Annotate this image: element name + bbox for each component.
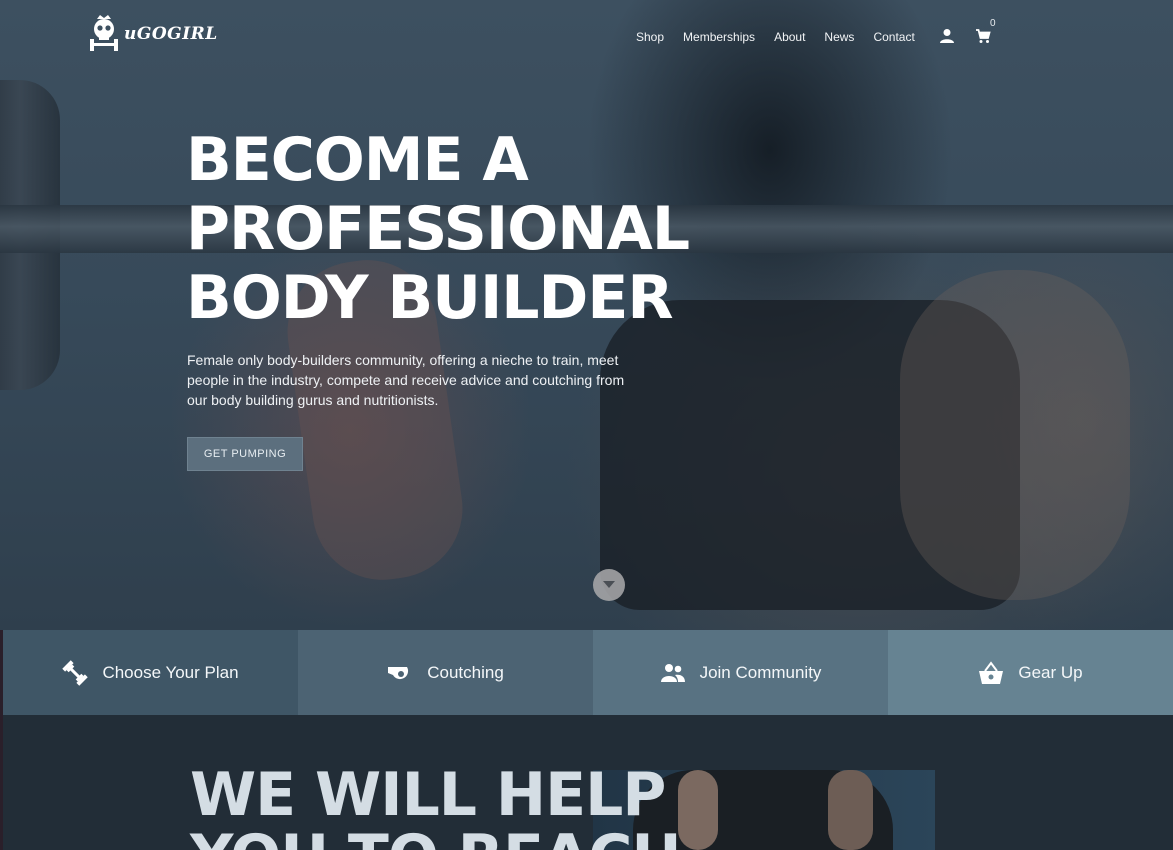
intro-image-arm-right bbox=[828, 770, 873, 850]
hero-headline: BECOME A PROFESSIONAL BODY BUILDER bbox=[186, 126, 706, 333]
intro-heading-line-2: YOU TO REACH bbox=[190, 826, 682, 850]
people-icon bbox=[660, 663, 685, 682]
skull-dumbbell-logo-icon bbox=[90, 15, 118, 51]
brand-logo[interactable]: uGOGIRL bbox=[88, 14, 218, 54]
account-button[interactable] bbox=[939, 28, 955, 49]
nav-link-news[interactable]: News bbox=[824, 30, 854, 44]
feature-coutching[interactable]: Coutching bbox=[298, 630, 593, 715]
cart-button[interactable] bbox=[975, 28, 991, 49]
primary-menu: Shop Memberships About News Contact bbox=[636, 30, 934, 44]
feature-label: Choose Your Plan bbox=[102, 662, 239, 682]
hero-headline-line-2: PROFESSIONAL bbox=[186, 194, 690, 264]
nav-link-shop[interactable]: Shop bbox=[636, 30, 664, 44]
chevron-down-icon bbox=[603, 581, 615, 588]
hero-image-arm-right bbox=[900, 270, 1130, 600]
brand-name: uGOGIRL bbox=[124, 24, 218, 44]
feature-choose-plan[interactable]: Choose Your Plan bbox=[3, 630, 298, 715]
dumbbell-icon bbox=[62, 659, 89, 686]
scroll-down-button[interactable] bbox=[593, 569, 625, 601]
feature-bar: Choose Your Plan Coutching Join Communit… bbox=[3, 630, 1173, 715]
basket-icon bbox=[979, 660, 1004, 684]
account-icon bbox=[940, 29, 954, 43]
nav-link-memberships[interactable]: Memberships bbox=[683, 30, 755, 44]
feature-label: Join Community bbox=[699, 662, 822, 682]
feature-label: Gear Up bbox=[1018, 662, 1083, 682]
top-navigation: uGOGIRL Shop Memberships About News Cont… bbox=[0, 0, 1173, 70]
hero-headline-line-3: BODY BUILDER bbox=[186, 263, 674, 333]
nav-link-about[interactable]: About bbox=[774, 30, 805, 44]
feature-label: Coutching bbox=[427, 662, 504, 682]
feature-join-community[interactable]: Join Community bbox=[593, 630, 888, 715]
intro-heading-line-1: WE WILL HELP bbox=[190, 760, 666, 830]
intro-image-arm-left bbox=[678, 770, 718, 850]
nav-link-contact[interactable]: Contact bbox=[873, 30, 914, 44]
whistle-icon bbox=[388, 666, 409, 679]
cart-count-badge: 0 bbox=[990, 18, 996, 29]
cart-icon bbox=[976, 29, 991, 43]
intro-heading: WE WILL HELP YOU TO REACH bbox=[190, 760, 682, 850]
hero-headline-line-1: BECOME A bbox=[186, 125, 529, 195]
feature-gear-up[interactable]: Gear Up bbox=[888, 630, 1173, 715]
hero-description: Female only body-builders community, off… bbox=[187, 352, 625, 408]
get-pumping-button[interactable]: GET PUMPING bbox=[187, 437, 303, 471]
